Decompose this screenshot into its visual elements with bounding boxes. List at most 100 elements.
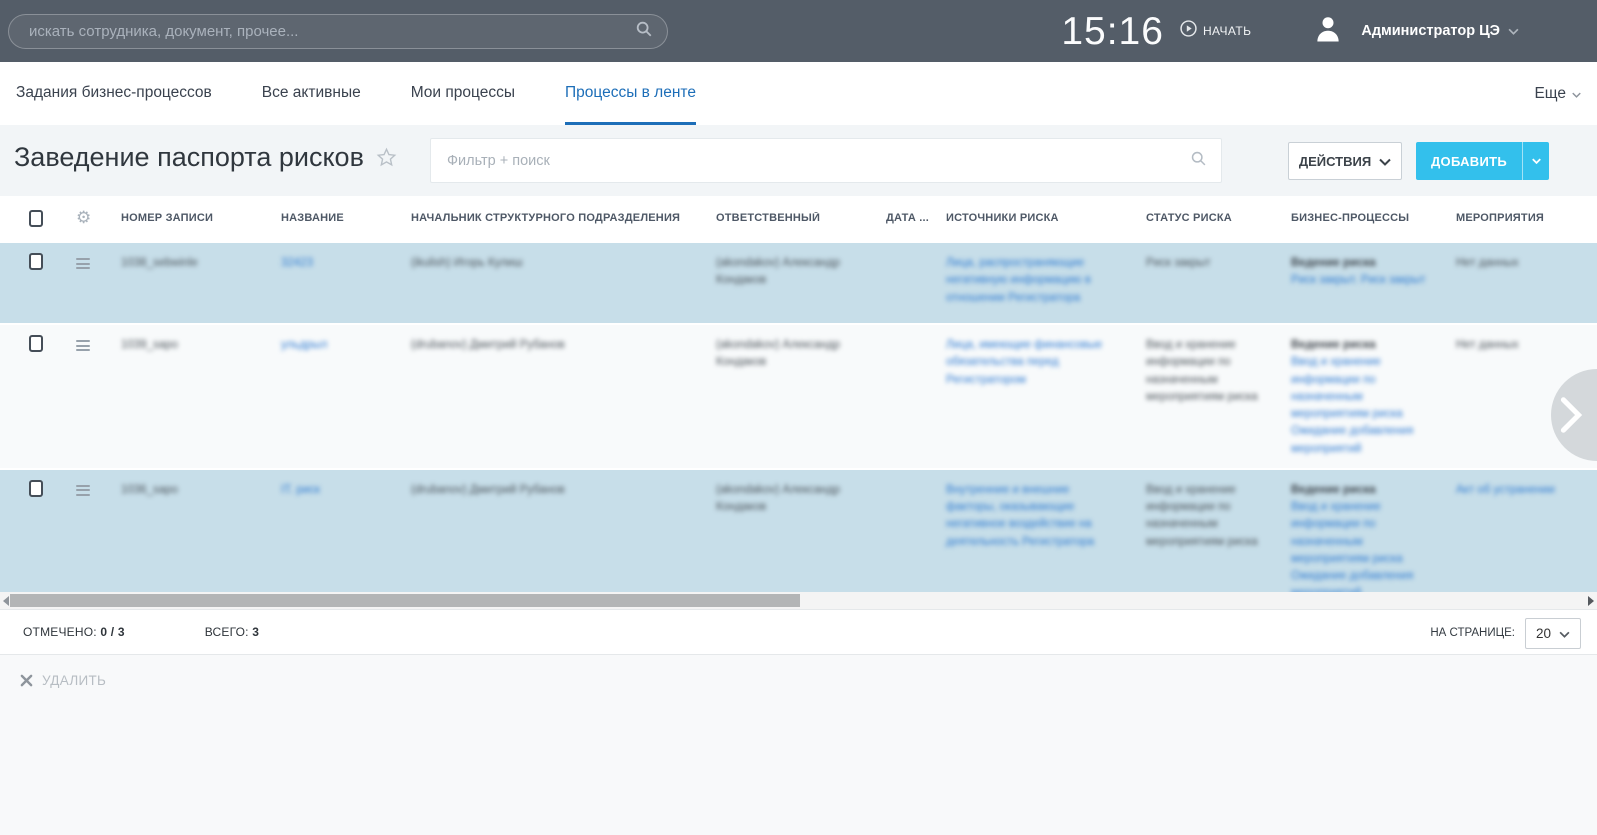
cell-date [870, 243, 930, 265]
clock[interactable]: 15:16 [1061, 12, 1164, 51]
tab-feed-processes[interactable]: Процессы в ленте [565, 62, 696, 125]
table-row[interactable]: 1038_sebwinle 32423 (ikulish) Игорь Кули… [0, 243, 1597, 325]
page-title: Заведение паспорта рисков [14, 142, 397, 173]
delete-button[interactable]: УДАЛИТЬ [20, 673, 106, 688]
bp-title: Ведение риска [1291, 255, 1430, 272]
cell-risk-sources[interactable]: Внутренние и внешние факторы, оказывающи… [930, 470, 1130, 561]
select-all-checkbox[interactable] [29, 210, 43, 227]
favorite-star-icon[interactable] [376, 147, 397, 168]
cell-risk-status: Риск закрыт [1130, 243, 1275, 282]
checked-label: ОТМЕЧЕНО: [23, 625, 97, 639]
chevron-right-icon [1558, 396, 1584, 434]
search-icon[interactable] [1190, 150, 1207, 172]
row-checkbox[interactable] [29, 335, 43, 352]
gear-icon[interactable]: ⚙ [76, 208, 91, 227]
filter-search-input[interactable] [447, 153, 1190, 169]
table-row[interactable]: 1039_sapo ульдрыл (drubanov) Дмитрий Руб… [0, 325, 1597, 470]
cell-department-head: (ikulish) Игорь Кулиш [395, 243, 700, 282]
global-search[interactable] [8, 14, 668, 49]
table-row[interactable]: 1036_sapo IT. риск (drubanov) Дмитрий Ру… [0, 470, 1597, 592]
total-label: ВСЕГО: [205, 625, 249, 639]
start-timer-button[interactable]: НАЧАТЬ [1180, 20, 1251, 42]
scrollbar-left-arrow-icon[interactable] [3, 596, 9, 606]
risk-source-link[interactable]: Внутренние и внешние факторы, оказывающи… [946, 484, 1094, 548]
process-tabs: Задания бизнес-процессов Все активные Мо… [0, 62, 1597, 125]
cell-name-link[interactable]: ульдрыл [265, 325, 395, 364]
cell-business-processes[interactable]: Ведение риска Ввод и хранение информации… [1275, 325, 1440, 468]
row-checkbox[interactable] [29, 253, 43, 270]
bp-status-link[interactable]: Риск закрыт. Риск закрыт [1291, 274, 1426, 286]
cell-date [870, 470, 930, 492]
play-circle-icon [1180, 20, 1197, 42]
checked-counter: ОТМЕЧЕНО: 0 / 3 [23, 625, 125, 639]
cell-department-head: (drubanov) Дмитрий Рубанов [395, 325, 700, 364]
actions-button[interactable]: ДЕЙСТВИЯ [1288, 142, 1402, 180]
cell-responsible: (akondakov) Александр Кондаков [700, 470, 870, 527]
top-bar: 15:16 НАЧАТЬ Администратор ЦЭ [0, 0, 1597, 62]
start-timer-label: НАЧАТЬ [1203, 24, 1251, 38]
record-link[interactable]: IT. риск [281, 484, 320, 496]
table-header: ⚙ НОМЕР ЗАПИСИ НАЗВАНИЕ НАЧАЛЬНИК СТРУКТ… [0, 196, 1597, 240]
chevron-down-icon [1508, 22, 1519, 40]
cell-responsible: (akondakov) Александр Кондаков [700, 325, 870, 382]
row-menu-icon[interactable] [76, 340, 90, 351]
cell-events[interactable]: Акт об устранении [1440, 470, 1597, 509]
column-header-record[interactable]: НОМЕР ЗАПИСИ [105, 212, 265, 224]
column-header-date[interactable]: ДАТА ... [870, 212, 930, 224]
column-header-events[interactable]: МЕРОПРИЯТИЯ [1440, 212, 1597, 224]
add-button-label[interactable]: ДОБАВИТЬ [1416, 142, 1522, 180]
bottom-action-panel: УДАЛИТЬ [0, 655, 1597, 835]
avatar-icon [1313, 14, 1343, 49]
record-link[interactable]: 32423 [281, 257, 313, 269]
user-menu[interactable]: Администратор ЦЭ [1313, 14, 1519, 49]
bp-status-link[interactable]: Ввод и хранение информации по назначенны… [1291, 356, 1413, 454]
cell-business-processes[interactable]: Ведение риска Ввод и хранение информации… [1275, 470, 1440, 592]
column-header-risk-sources[interactable]: ИСТОЧНИКИ РИСКА [930, 212, 1130, 224]
cell-risk-sources[interactable]: Лица, имеющие финансовые обязательства п… [930, 325, 1130, 399]
cell-record-number: 1036_sapo [105, 470, 265, 509]
bp-status-link[interactable]: Ввод и хранение информации по назначенны… [1291, 501, 1413, 592]
per-page-label: НА СТРАНИЦЕ: [1430, 627, 1515, 639]
column-header-business-processes[interactable]: БИЗНЕС-ПРОЦЕССЫ [1275, 212, 1440, 224]
row-checkbox[interactable] [29, 480, 43, 497]
row-menu-icon[interactable] [76, 485, 90, 496]
per-page-control: НА СТРАНИЦЕ: 20 [1430, 610, 1581, 656]
app-window: 15:16 НАЧАТЬ Администратор ЦЭ [0, 0, 1597, 835]
add-button-dropdown[interactable] [1522, 142, 1549, 180]
search-icon[interactable] [635, 20, 653, 43]
scrollbar-right-arrow-icon[interactable] [1588, 596, 1594, 606]
cell-risk-sources[interactable]: Лица, распространяющие негативную информ… [930, 243, 1130, 317]
cell-business-processes[interactable]: Ведение риска Риск закрыт. Риск закрыт [1275, 243, 1440, 300]
column-header-name[interactable]: НАЗВАНИЕ [265, 212, 395, 224]
record-link[interactable]: ульдрыл [281, 339, 327, 351]
event-link[interactable]: Акт об устранении [1456, 484, 1555, 496]
risk-source-link[interactable]: Лица, распространяющие негативную информ… [946, 257, 1091, 304]
bp-title: Ведение риска [1291, 337, 1430, 354]
chevron-down-icon [1559, 626, 1570, 641]
column-header-department-head[interactable]: НАЧАЛЬНИК СТРУКТУРНОГО ПОДРАЗДЕЛЕНИЯ [395, 212, 700, 224]
tab-my-processes[interactable]: Мои процессы [411, 62, 515, 125]
add-button[interactable]: ДОБАВИТЬ [1416, 142, 1549, 180]
horizontal-scrollbar[interactable] [0, 592, 1597, 609]
tabs-more-menu[interactable]: Еще [1534, 62, 1581, 125]
global-search-input[interactable] [29, 23, 635, 40]
total-value: 3 [252, 625, 259, 639]
cell-record-number: 1039_sapo [105, 325, 265, 364]
topbar-right-cluster: 15:16 НАЧАТЬ Администратор ЦЭ [1061, 0, 1597, 62]
user-name: Администратор ЦЭ [1361, 23, 1500, 39]
tab-bp-tasks[interactable]: Задания бизнес-процессов [16, 62, 212, 125]
cell-department-head: (drubanov) Дмитрий Рубанов [395, 470, 700, 509]
tab-all-active[interactable]: Все активные [262, 62, 361, 125]
table-body: 1038_sebwinle 32423 (ikulish) Игорь Кули… [0, 243, 1597, 592]
scrollbar-thumb[interactable] [10, 594, 800, 607]
cell-name-link[interactable]: 32423 [265, 243, 395, 282]
per-page-select[interactable]: 20 [1525, 618, 1581, 649]
status-bar: ОТМЕЧЕНО: 0 / 3 ВСЕГО: 3 НА СТРАНИЦЕ: 20 [0, 609, 1597, 655]
row-menu-icon[interactable] [76, 258, 90, 269]
column-header-risk-status[interactable]: СТАТУС РИСКА [1130, 212, 1275, 224]
cell-name-link[interactable]: IT. риск [265, 470, 395, 509]
filter-search[interactable] [430, 138, 1222, 183]
cell-risk-status: Ввод и хранение информации по назначенны… [1130, 470, 1275, 561]
column-header-responsible[interactable]: ОТВЕТСТВЕННЫЙ [700, 212, 870, 224]
risk-source-link[interactable]: Лица, имеющие финансовые обязательства п… [946, 339, 1102, 386]
